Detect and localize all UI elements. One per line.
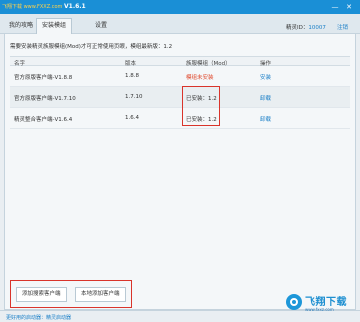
install-link[interactable]: 安装	[260, 73, 271, 81]
table-row: 官方原版客户端-V1.7.10 1.7.10 已安装：1.2 卸载	[10, 87, 350, 108]
add-search-client-button[interactable]: 添加搜索客户端	[16, 287, 67, 302]
logo-icon	[286, 294, 302, 310]
mod-status-highlight	[182, 86, 220, 126]
table-row: 官方原版客户端-V1.8.8 1.8.8 模组未安装 安装	[10, 66, 350, 87]
title-bar: 飞翔下载 www.FXXZ.com V1.6.1 — ✕	[0, 0, 360, 14]
mod-summary: 需要安装精灵族服模组(Mod)才可正常使用页眼，模组最新版：1.2	[10, 44, 173, 50]
table-header: 名字 版本 族服模组（Mod） 操作	[10, 56, 350, 67]
logout-link[interactable]: 注销	[337, 23, 348, 31]
tab-my-guides[interactable]: 我的攻略	[4, 19, 38, 34]
client-version: 1.8.8	[125, 73, 139, 79]
watermark-text: 飞翔下载 www.FXXZ.com	[2, 4, 63, 10]
tab-bar: 我的攻略 安装模组 设置 精灵ID：10007 注销	[0, 14, 360, 35]
user-id-label: 精灵ID：	[286, 25, 309, 31]
uninstall-link[interactable]: 卸载	[260, 94, 271, 102]
uninstall-link[interactable]: 卸载	[260, 115, 271, 123]
logo-text: 飞翔下载	[305, 297, 347, 308]
mod-status: 模组未安装	[186, 75, 214, 81]
client-version: 1.7.10	[125, 94, 143, 100]
window-controls: — ✕	[326, 2, 356, 12]
watermark-logo: 飞翔下载 www.fxxz.com	[282, 290, 358, 320]
minimize-icon[interactable]: —	[330, 2, 340, 12]
client-name: 官方原版客户端-V1.7.10	[14, 96, 76, 102]
user-id: 精灵ID：10007	[286, 23, 326, 31]
logo-url: www.fxxz.com	[305, 307, 334, 312]
tab-settings[interactable]: 设置	[90, 19, 112, 34]
user-id-value: 10007	[308, 25, 326, 31]
tab-install-mods[interactable]: 安装模组	[36, 18, 73, 35]
client-name: 精灵整合客户端-V1.6.4	[14, 117, 73, 123]
launcher-link[interactable]: 更好用的启动器：精灵启动器	[6, 314, 71, 321]
button-highlight: 添加搜索客户端 本地添加客户端	[10, 280, 132, 308]
app-version: V1.6.1	[64, 3, 86, 10]
close-icon[interactable]: ✕	[344, 2, 354, 12]
add-local-client-button[interactable]: 本地添加客户端	[75, 287, 126, 302]
client-name: 官方原版客户端-V1.8.8	[14, 75, 73, 81]
client-version: 1.6.4	[125, 115, 139, 121]
table-row: 精灵整合客户端-V1.6.4 1.6.4 已安装：1.2 卸载	[10, 108, 350, 129]
